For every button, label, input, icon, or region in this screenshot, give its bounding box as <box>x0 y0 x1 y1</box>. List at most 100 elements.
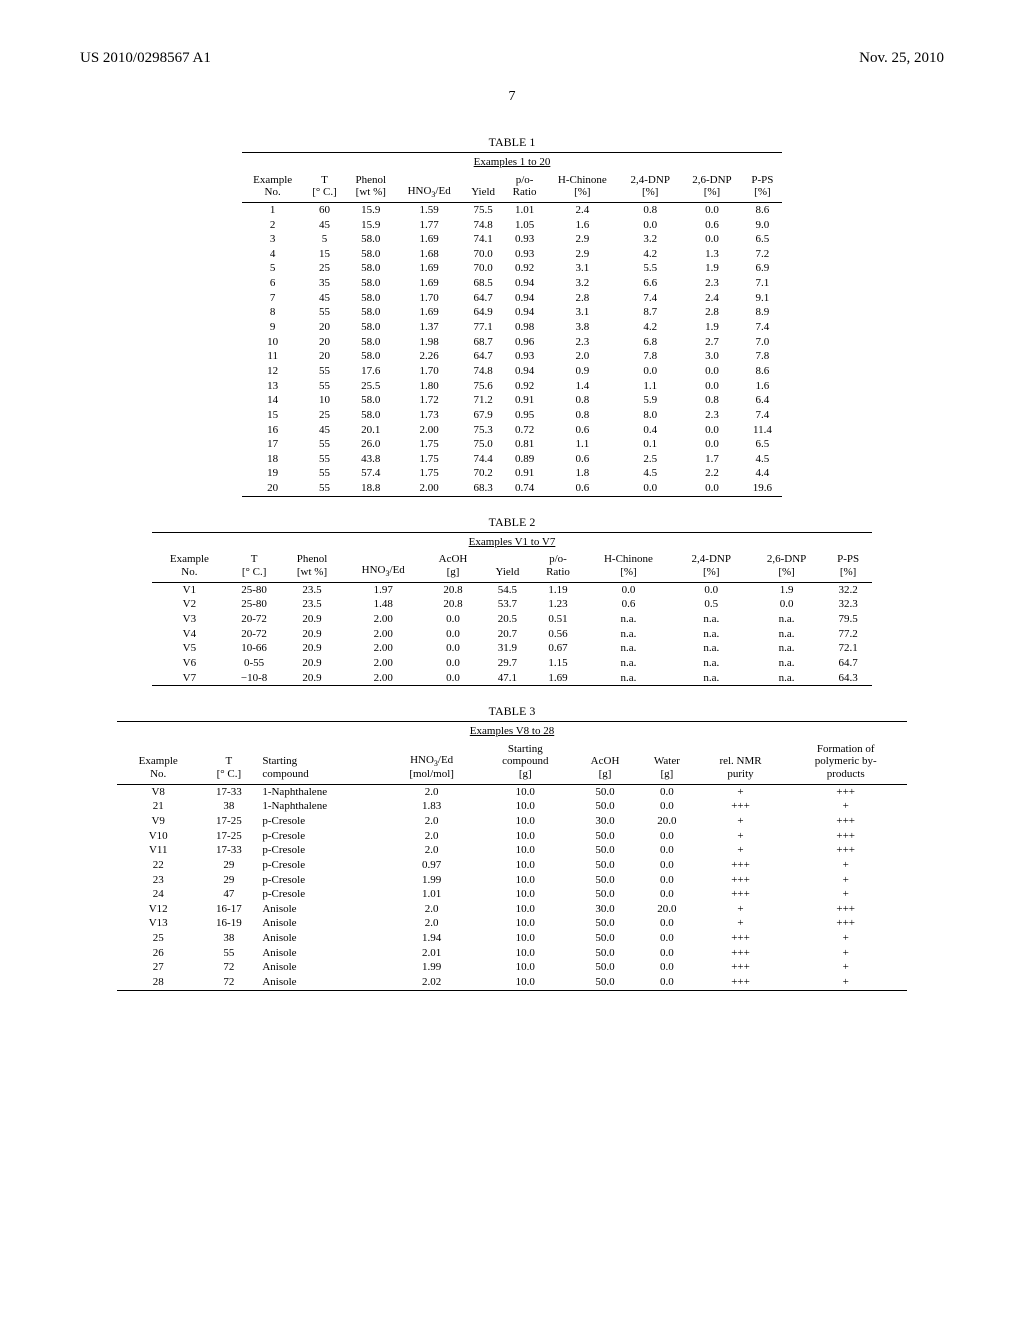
table-cell: 0.1 <box>619 437 681 452</box>
table-cell: −10-8 <box>227 671 282 686</box>
table-cell: 64.7 <box>462 349 503 364</box>
table-cell: 29.7 <box>482 656 533 671</box>
table-cell: p-Cresole <box>258 843 385 858</box>
table-cell: 9.1 <box>743 291 782 306</box>
table-cell: 10.0 <box>478 946 573 961</box>
t1-h-pps: P-PS[%] <box>743 172 782 203</box>
table-cell: 55 <box>303 305 345 320</box>
table-cell: 2.3 <box>545 335 619 350</box>
table-cell: 1.7 <box>681 452 743 467</box>
table-cell: 28 <box>117 975 199 990</box>
table-cell: 11 <box>242 349 303 364</box>
table-cell: + <box>784 946 907 961</box>
table-cell: 30.0 <box>573 902 637 917</box>
table-cell: 10.0 <box>478 843 573 858</box>
table-cell: 74.8 <box>462 218 503 233</box>
table-cell: 50.0 <box>573 843 637 858</box>
table-cell: 0.0 <box>749 597 824 612</box>
table-cell: 30.0 <box>573 814 637 829</box>
table-cell: 5.5 <box>619 261 681 276</box>
table-cell: V11 <box>117 843 199 858</box>
table-cell: 0.94 <box>504 291 545 306</box>
table-cell: 24 <box>117 887 199 902</box>
table-cell: 7 <box>242 291 303 306</box>
table-cell: + <box>784 975 907 990</box>
table-row: V420-7220.92.000.020.70.56n.a.n.a.n.a.77… <box>152 627 872 642</box>
publication-number: US 2010/0298567 A1 <box>80 50 211 67</box>
table-cell: 7.4 <box>743 408 782 423</box>
table-cell: 17-33 <box>199 843 258 858</box>
table-cell: 1.99 <box>386 873 478 888</box>
table-cell: 1.1 <box>545 437 619 452</box>
table-cell: 20.0 <box>637 902 696 917</box>
table-cell: 50.0 <box>573 799 637 814</box>
table-cell: 0.92 <box>504 261 545 276</box>
table-cell: 1.80 <box>396 379 463 394</box>
table-cell: 58.0 <box>346 335 396 350</box>
table-cell: 0.0 <box>583 583 673 598</box>
table-cell: 3.8 <box>545 320 619 335</box>
table-cell: 0.93 <box>504 349 545 364</box>
table-cell: 0.93 <box>504 232 545 247</box>
table-cell: 1.37 <box>396 320 463 335</box>
table-row: 125517.61.7074.80.940.90.00.08.6 <box>242 364 782 379</box>
table-cell: 55 <box>303 481 345 496</box>
table-cell: 4.5 <box>743 452 782 467</box>
table-cell: 7.4 <box>619 291 681 306</box>
t1-h-26: 2,6-DNP[%] <box>681 172 743 203</box>
table-cell: 58.0 <box>346 305 396 320</box>
table-cell: 15 <box>303 247 345 262</box>
table-row: V225-8023.51.4820.853.71.230.60.50.032.3 <box>152 597 872 612</box>
table-cell: 10.0 <box>478 931 573 946</box>
table-cell: 0.56 <box>533 627 584 642</box>
table-cell: + <box>784 858 907 873</box>
table-cell: + <box>697 814 785 829</box>
table-cell: 0.4 <box>619 423 681 438</box>
table-cell: n.a. <box>674 627 749 642</box>
table-cell: 25 <box>303 408 345 423</box>
table-cell: 68.5 <box>462 276 503 291</box>
table-row: V1017-25p-Cresole2.010.050.00.0++++ <box>117 829 907 844</box>
table-cell: 72.1 <box>824 641 872 656</box>
table-cell: 2.3 <box>681 276 743 291</box>
table-cell: 50.0 <box>573 960 637 975</box>
table-cell: 3.1 <box>545 261 619 276</box>
table-cell: 0.0 <box>637 843 696 858</box>
t2-h-po: p/o-Ratio <box>533 551 584 582</box>
table-cell: 1.6 <box>545 218 619 233</box>
table-cell: 9 <box>242 320 303 335</box>
t2-h-t: T[° C.] <box>227 551 282 582</box>
table-cell: 71.2 <box>462 393 503 408</box>
table-cell: +++ <box>697 873 785 888</box>
table-cell: 2.00 <box>343 671 424 686</box>
table-cell: 67.9 <box>462 408 503 423</box>
table-cell: 10.0 <box>478 916 573 931</box>
table-cell: 2.2 <box>681 466 743 481</box>
table-cell: 25-80 <box>227 583 282 598</box>
table-cell: 0.95 <box>504 408 545 423</box>
table-cell: 12 <box>242 364 303 379</box>
table-row: 102058.01.9868.70.962.36.82.77.0 <box>242 335 782 350</box>
table-cell: 2.00 <box>343 612 424 627</box>
table-row: 164520.12.0075.30.720.60.40.011.4 <box>242 423 782 438</box>
table-cell: 6.9 <box>743 261 782 276</box>
table-cell: 2 <box>242 218 303 233</box>
table-cell: V12 <box>117 902 199 917</box>
table-cell: 72 <box>199 960 258 975</box>
table-cell: 1.9 <box>681 320 743 335</box>
table-cell: 0.6 <box>681 218 743 233</box>
table-cell: n.a. <box>674 656 749 671</box>
table-cell: 1.69 <box>396 261 463 276</box>
table-cell: 8.6 <box>743 203 782 218</box>
table-cell: 45 <box>303 423 345 438</box>
table-cell: 0.6 <box>583 597 673 612</box>
table-cell: 1.01 <box>504 203 545 218</box>
table-cell: 68.3 <box>462 481 503 496</box>
table-cell: 2.00 <box>396 481 463 496</box>
table2: Examples V1 to V7 ExampleNo. T[° C.] Phe… <box>152 532 872 686</box>
table-cell: 10.0 <box>478 873 573 888</box>
table-cell: 58.0 <box>346 349 396 364</box>
table-cell: 58.0 <box>346 276 396 291</box>
table-cell: 58.0 <box>346 320 396 335</box>
table-cell: 2.3 <box>681 408 743 423</box>
